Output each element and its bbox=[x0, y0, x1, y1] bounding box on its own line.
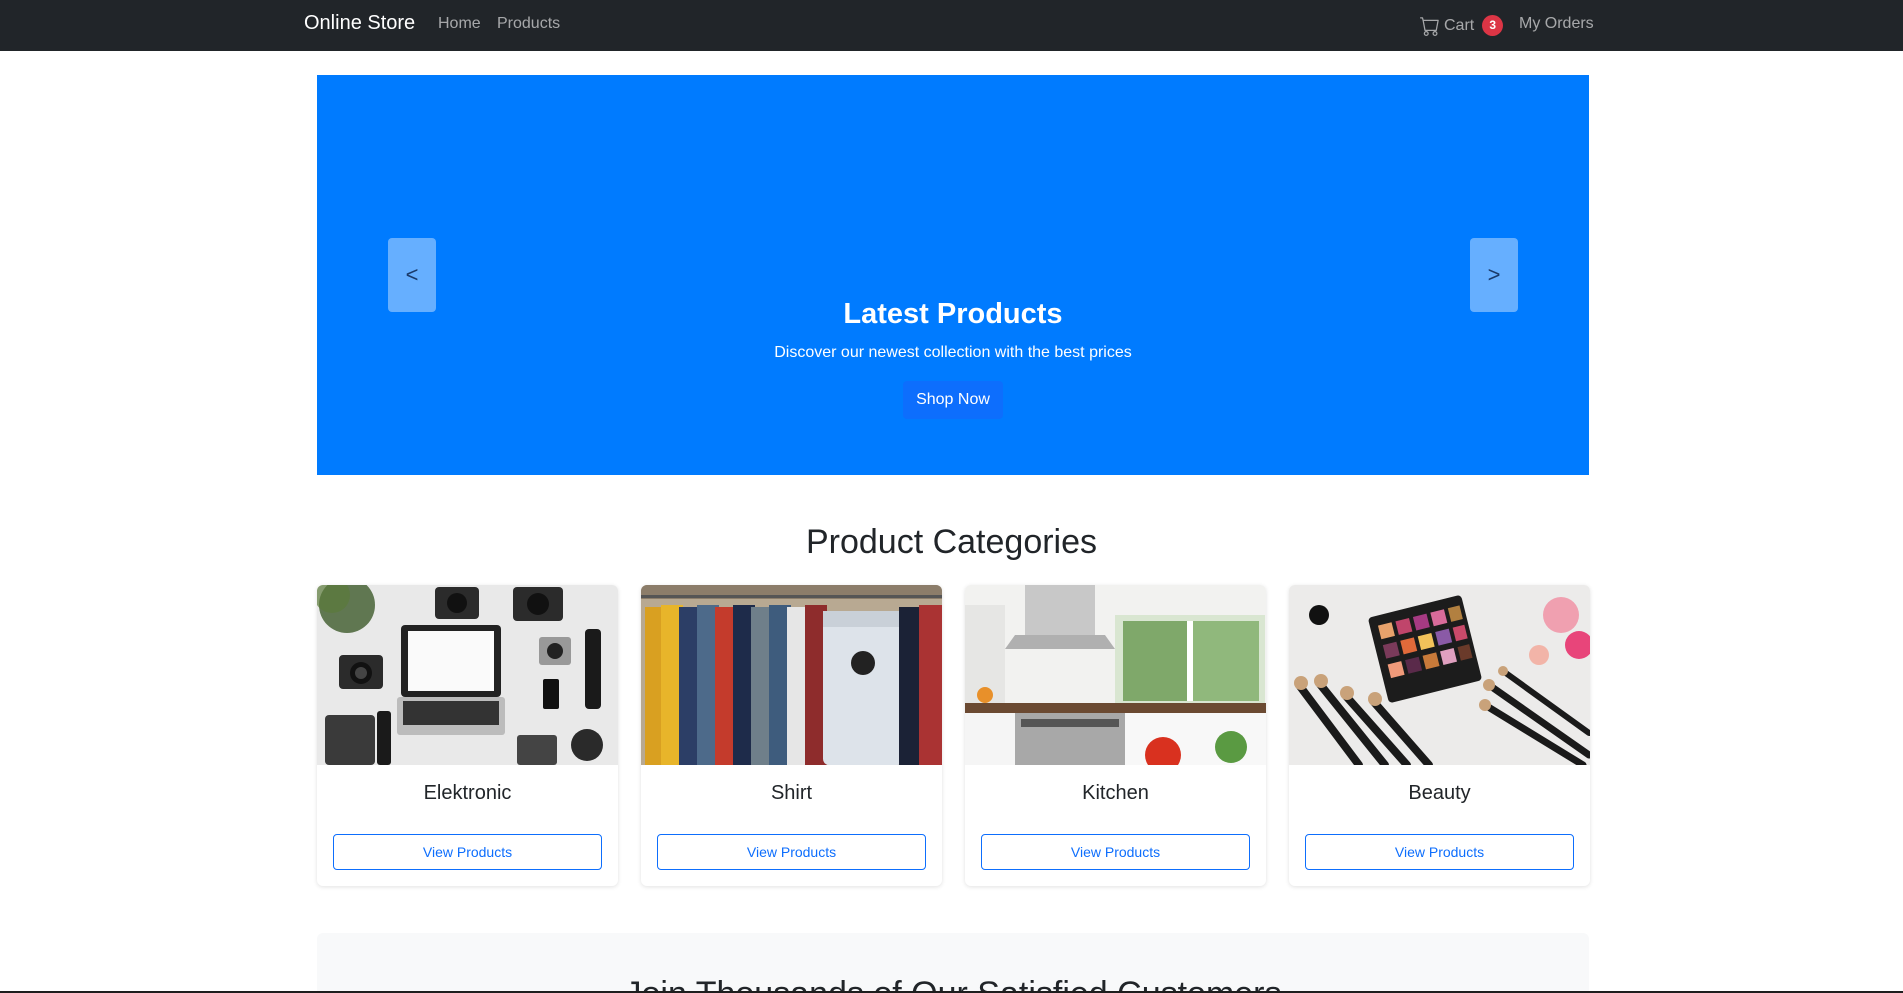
nav-products[interactable]: Products bbox=[497, 15, 560, 33]
testimonials-section: Join Thousands of Our Satisfied Customer… bbox=[317, 933, 1589, 993]
view-products-button-kitchen[interactable]: View Products bbox=[981, 834, 1250, 870]
view-products-button-beauty[interactable]: View Products bbox=[1305, 834, 1574, 870]
category-card-beauty: Beauty View Products bbox=[1289, 585, 1590, 886]
navbar: Online Store Home Products Cart 3 My Ord… bbox=[0, 0, 1903, 51]
category-card-shirt: Shirt View Products bbox=[641, 585, 942, 886]
category-image-electronics bbox=[317, 585, 618, 765]
view-products-button-elektronic[interactable]: View Products bbox=[333, 834, 602, 870]
nav-cart-label: Cart bbox=[1444, 16, 1475, 34]
category-image-beauty bbox=[1289, 585, 1590, 765]
shop-now-button[interactable]: Shop Now bbox=[903, 381, 1003, 419]
category-card-kitchen: Kitchen View Products bbox=[965, 585, 1266, 886]
category-name: Kitchen bbox=[1082, 782, 1149, 804]
hero-subtitle: Discover our newest collection with the … bbox=[774, 344, 1132, 361]
cart-count-badge: 3 bbox=[1482, 15, 1504, 36]
category-name: Beauty bbox=[1408, 782, 1471, 804]
nav-my-orders[interactable]: My Orders bbox=[1519, 15, 1594, 33]
nav-home[interactable]: Home bbox=[438, 15, 481, 33]
view-products-button-shirt[interactable]: View Products bbox=[657, 834, 926, 870]
hero-title: Latest Products bbox=[843, 298, 1063, 330]
categories-title: Product Categories bbox=[805, 523, 1098, 561]
cart-icon bbox=[1420, 16, 1439, 36]
category-name: Shirt bbox=[770, 782, 813, 804]
nav-cart[interactable]: Cart 3 bbox=[1420, 15, 1504, 36]
category-card-elektronic: Elektronic View Products bbox=[317, 585, 618, 886]
brand-logo[interactable]: Online Store bbox=[304, 12, 415, 35]
hero-carousel: < > Latest Products Discover our newest … bbox=[317, 75, 1589, 475]
category-image-kitchen bbox=[965, 585, 1266, 765]
category-image-shirts bbox=[641, 585, 942, 765]
category-name: Elektronic bbox=[423, 782, 512, 804]
